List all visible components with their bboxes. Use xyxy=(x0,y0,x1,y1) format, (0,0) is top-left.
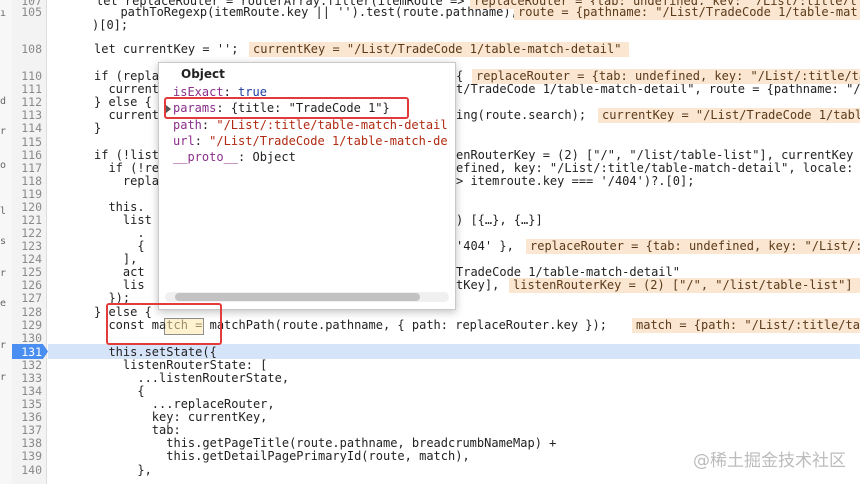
horizontal-scrollbar[interactable] xyxy=(165,292,449,302)
line-number[interactable]: 139 xyxy=(12,449,42,463)
line-number[interactable]: 113 xyxy=(12,108,42,122)
edge-char: r xyxy=(0,340,7,351)
code-line[interactable]: this.getDetailPagePrimaryId(route, match… xyxy=(94,449,469,464)
code-line-tail[interactable]: '404' }, xyxy=(456,239,514,254)
line-number[interactable]: 121 xyxy=(12,213,42,227)
code-line[interactable]: repla xyxy=(94,174,159,189)
scrollbar-thumb[interactable] xyxy=(175,293,420,301)
property-path[interactable]: path: "/List/:title/table-match-detail xyxy=(173,118,448,133)
line-number[interactable]: 130 xyxy=(12,331,42,345)
line-number[interactable]: 133 xyxy=(12,371,42,385)
line-number-active[interactable]: 131 xyxy=(12,345,42,359)
line-number[interactable]: 135 xyxy=(12,397,42,411)
line-number[interactable]: 127 xyxy=(12,291,42,305)
line-number[interactable]: 115 xyxy=(12,135,42,149)
inline-value: currentKey = "/List/TradeCode 1/tabl xyxy=(598,108,860,123)
property-key: url xyxy=(173,134,195,148)
code-line[interactable]: current xyxy=(94,108,159,123)
line-number[interactable]: 126 xyxy=(12,278,42,292)
property-url[interactable]: url: "/List/TradeCode 1/table-match-de xyxy=(173,134,448,149)
code-line[interactable]: pathToRegexp(itemRoute.key || '').test(r… xyxy=(106,5,517,20)
inline-value: replaceRouter = {tab: undefined, key: "/… xyxy=(526,239,860,254)
inline-value: match = {path: "/List/:title/ta xyxy=(632,318,860,333)
line-number[interactable]: 111 xyxy=(12,82,42,96)
code-line-tail[interactable]: ) [{…}, {…}] xyxy=(456,213,543,228)
edge-char: d xyxy=(0,96,7,107)
code-line-tail[interactable]: ing(route.search); xyxy=(456,108,586,123)
edge-char: ı xyxy=(0,8,7,19)
edge-char: e xyxy=(0,298,7,309)
watermark: @稀土掘金技术社区 xyxy=(693,451,846,471)
property-value: "/List/TradeCode 1/table-match-de xyxy=(209,134,448,148)
line-number[interactable]: 116 xyxy=(12,148,42,162)
inline-value: replaceRouter = {tab: undefined, key: "/… xyxy=(472,69,860,84)
line-number[interactable]: 125 xyxy=(12,265,42,279)
line-number[interactable]: 137 xyxy=(12,423,42,437)
line-number[interactable]: 128 xyxy=(12,305,42,319)
line-number[interactable]: 136 xyxy=(12,410,42,424)
code-line-tail[interactable]: > itemroute.key === '/404')?.[0]; xyxy=(456,174,694,189)
code-line-tail[interactable]: tKey], xyxy=(456,278,499,293)
line-number[interactable]: 134 xyxy=(12,384,42,398)
line-number[interactable]: 138 xyxy=(12,436,42,450)
edge-char: s xyxy=(0,236,7,247)
line-number[interactable]: 117 xyxy=(12,161,42,175)
line-number[interactable]: 120 xyxy=(12,200,42,214)
edge-char: o xyxy=(0,160,7,171)
edge-char: r xyxy=(0,268,7,279)
code-line[interactable]: )[0]; xyxy=(92,18,128,33)
line-number[interactable]: 105 xyxy=(12,5,42,19)
line-number[interactable]: 119 xyxy=(12,187,42,201)
code-line[interactable]: } xyxy=(94,121,101,136)
annotation-match-highlight xyxy=(106,303,222,345)
line-number[interactable]: 122 xyxy=(12,226,42,240)
property-key: path xyxy=(173,118,202,132)
edge-char: r xyxy=(0,126,7,137)
line-number[interactable]: 112 xyxy=(12,95,42,109)
line-number[interactable]: 118 xyxy=(12,174,42,188)
property-value: "/List/:title/table-match-detail xyxy=(216,118,448,132)
property-proto[interactable]: __proto__: Object xyxy=(173,150,296,165)
line-number[interactable]: 123 xyxy=(12,239,42,253)
popover-title: Object xyxy=(181,67,225,81)
inline-value: route = {pathname: "/List/TradeCode 1/ta… xyxy=(514,5,860,20)
code-line[interactable]: }, xyxy=(94,463,151,478)
line-number[interactable]: 110 xyxy=(12,69,42,83)
code-line-tail[interactable]: t/TradeCode 1/table-match-detail", route… xyxy=(456,82,860,97)
line-number[interactable]: 108 xyxy=(12,42,42,56)
edge-char: l xyxy=(0,206,7,217)
line-number[interactable]: 140 xyxy=(12,463,42,477)
line-number[interactable]: 114 xyxy=(12,121,42,135)
inline-value: listenRouterKey = (2) ["/", "/list/table… xyxy=(509,278,860,293)
inline-value: currentKey = "/List/TradeCode 1/table-ma… xyxy=(249,42,629,57)
property-key: __proto__ xyxy=(173,150,239,164)
annotation-params-highlight xyxy=(164,97,409,119)
line-number[interactable]: 124 xyxy=(12,252,42,266)
line-number[interactable]: 129 xyxy=(12,318,42,332)
property-value: Object xyxy=(252,150,296,164)
code-line[interactable]: let currentKey = ''; xyxy=(94,42,239,57)
line-number[interactable]: 132 xyxy=(12,358,42,372)
edge-char: r xyxy=(0,372,7,383)
